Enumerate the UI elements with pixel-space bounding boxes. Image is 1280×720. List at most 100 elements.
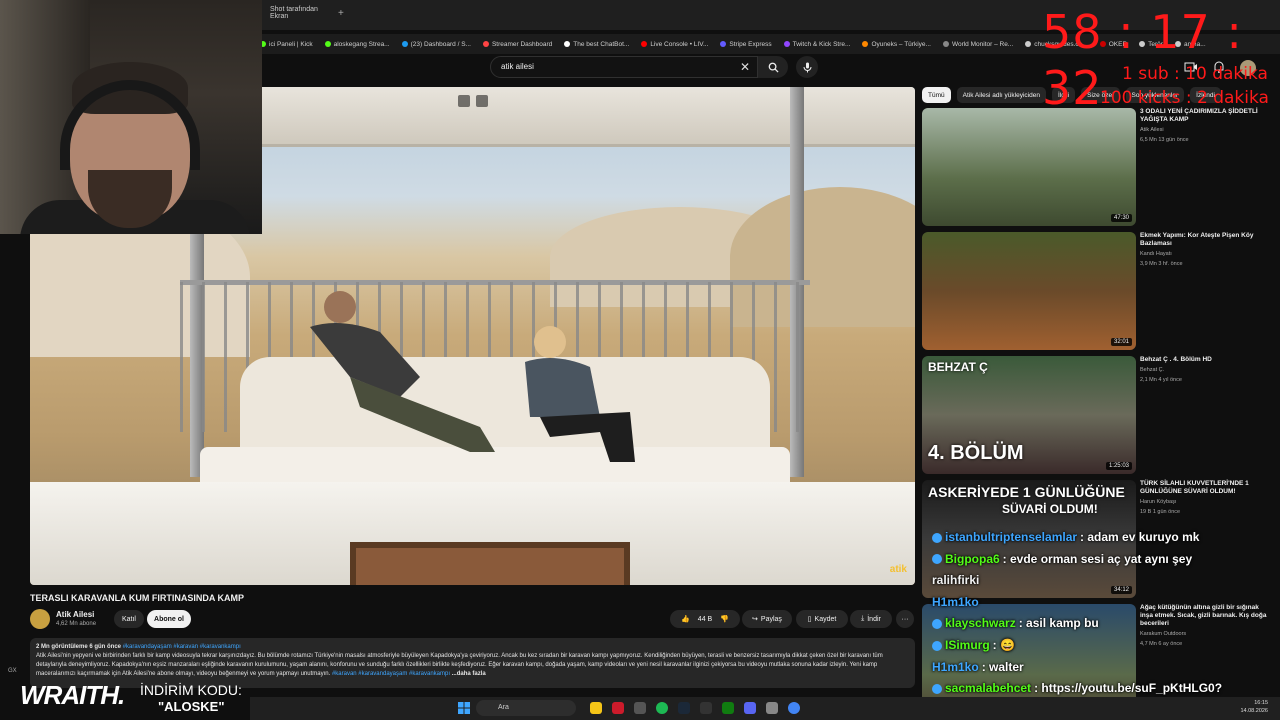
windows-taskbar: Ara 16:15 14.08.2026 (250, 697, 1280, 720)
subscribe-button[interactable]: Abone ol (147, 610, 191, 628)
thumbnail-text: BEHZAT Ç (928, 360, 988, 374)
chat-message: klayschwarz: asil kamp bu (932, 613, 1232, 635)
discord-icon[interactable] (744, 702, 756, 714)
chat-badge-icon (932, 532, 942, 543)
recommended-video[interactable]: BEHZAT Ç 4. BÖLÜM 1:25:03 Behzat Ç . 4. Böl… (922, 356, 1272, 474)
chat-username: ISimurg (945, 637, 990, 652)
search-button[interactable] (758, 56, 788, 78)
share-button[interactable]: ↪ Paylaş (742, 610, 792, 628)
bookmark-item[interactable]: aloskegang Strea... (324, 40, 390, 48)
kicks-rule: 100 kicks : 2 dakika (1100, 88, 1269, 108)
thumbnail-text: 4. BÖLÜM (928, 442, 1024, 464)
clear-search-icon[interactable]: ✕ (740, 60, 750, 74)
deck-hatch (350, 542, 630, 585)
opera-gx-icon[interactable] (612, 702, 624, 714)
video-thumbnail[interactable]: BEHZAT Ç 4. BÖLÜM 1:25:03 (922, 356, 1136, 474)
save-label: Kaydet (814, 615, 837, 623)
bookmark-item[interactable]: Twitch & Kick Stre... (783, 40, 851, 48)
chat-username: Bigpopa6 (945, 551, 1000, 566)
bookmark-label: Twitch & Kick Stre... (792, 40, 851, 48)
bookmark-label: (23) Dashboard / S... (410, 40, 471, 48)
filter-chip[interactable]: Tümü (922, 87, 951, 103)
channel-avatar[interactable] (30, 609, 50, 629)
title-hashtags[interactable]: #karavandayaşam #karavan #karavankampı (123, 644, 241, 650)
discount-code: "ALOSKE" (158, 699, 225, 714)
bookmark-label: The best ChatBot... (573, 40, 630, 48)
system-clock[interactable]: 16:15 14.08.2026 (1240, 699, 1268, 715)
taskbar-search[interactable]: Ara (476, 700, 576, 716)
share-label: Paylaş (760, 615, 782, 623)
bookmark-favicon-icon (324, 41, 331, 47)
recommended-meta: 3,9 Mn 3 hf. önce (1140, 261, 1183, 267)
bookmark-item[interactable]: (23) Dashboard / S... (401, 40, 471, 48)
bookmark-item[interactable]: The best ChatBot... (564, 41, 629, 48)
chat-badge-icon (932, 554, 942, 565)
app-icon[interactable] (766, 702, 778, 714)
recommended-title[interactable]: Ekmek Yapımı: Kor Ateşte Pişen Köy Bazla… (1140, 232, 1272, 248)
bookmark-label: Live Console • LIV... (650, 40, 709, 48)
recommended-channel[interactable]: Harun Köybaşı (1140, 499, 1176, 505)
more-actions-button[interactable]: ··· (896, 610, 914, 628)
video-thumbnail[interactable]: 32:01 (922, 232, 1136, 350)
like-button[interactable]: 👍 44 B 👎 (670, 610, 740, 628)
voice-search-button[interactable] (796, 56, 818, 78)
show-more-link[interactable]: ...daha fazla (452, 671, 486, 677)
chrome-icon[interactable] (788, 702, 800, 714)
video-thumbnail[interactable]: 47:30 (922, 108, 1136, 226)
bookmark-item[interactable]: Streamer Dashboard (482, 41, 552, 48)
webcam-overlay (0, 0, 262, 234)
chat-text: : walter (981, 659, 1024, 674)
epic-games-icon[interactable] (700, 702, 712, 714)
steam-icon[interactable] (678, 702, 690, 714)
join-button[interactable]: Katıl (114, 610, 144, 628)
bookmark-favicon-icon (641, 41, 648, 47)
chat-overlay: istanbultriptenselamlar: adam ev kuruyo … (932, 527, 1232, 720)
bookmark-item[interactable]: ici Paneli | Kick (260, 41, 313, 48)
video-duration: 47:30 (1110, 214, 1132, 222)
app-icon[interactable] (634, 702, 646, 714)
download-icon: ⤓ (861, 615, 865, 622)
spotify-icon[interactable] (656, 702, 668, 714)
miniplayer-icon[interactable] (458, 95, 470, 107)
bookmark-label: World Monitor – Re... (951, 40, 1014, 48)
recommended-channel[interactable]: Kandı Hayatı (1140, 251, 1172, 257)
bookmark-item[interactable]: World Monitor – Re... (942, 40, 1014, 48)
bookmark-favicon-icon (564, 41, 571, 47)
chat-username: H1m1ko (932, 594, 979, 609)
bookmark-favicon-icon (720, 41, 727, 47)
recommended-meta: 2,1 Mn 4 yıl önce (1140, 377, 1182, 383)
file-explorer-icon[interactable] (590, 702, 602, 714)
chat-message: ralihfirki (932, 570, 1232, 592)
windows-start-icon[interactable] (458, 702, 470, 714)
download-button[interactable]: ⤓ İndir (850, 610, 892, 628)
new-tab-button[interactable]: + (330, 4, 352, 22)
recommended-channel[interactable]: Atik Ailesi (1140, 127, 1164, 133)
bookmark-label: ici Paneli | Kick (269, 40, 313, 48)
play-pause-icon[interactable] (476, 95, 488, 107)
recommended-title[interactable]: TÜRK SİLAHLI KUVVETLERİ'NDE 1 GÜNLÜĞÜNE … (1140, 480, 1272, 496)
chat-text: : https://youtu.be/suF_pKtHLG0? (1034, 681, 1223, 696)
search-input[interactable]: atik ailesi (490, 56, 758, 78)
description-hashtags[interactable]: #karavan #karavandayaşam #karavankampı (332, 671, 450, 677)
bookmark-item[interactable]: Live Console • LIV... (641, 41, 708, 48)
bookmark-favicon-icon (401, 41, 408, 47)
channel-name[interactable]: Atik Ailesi (56, 610, 94, 619)
bookmark-label: aloskegang Strea... (333, 40, 390, 48)
recommended-video[interactable]: 32:01 Ekmek Yapımı: Kor Ateşte Pişen Köy … (922, 232, 1272, 350)
recommended-video[interactable]: 47:30 3 ODALI YENİ ÇADIRIMIZLA ŞİDDETLİ Y… (922, 108, 1272, 226)
recommended-meta: 6,5 Mn 13 gün önce (1140, 137, 1189, 143)
clock-date: 14.08.2026 (1240, 708, 1268, 714)
discount-label: İNDİRİM KODU: (140, 682, 242, 698)
recommended-title[interactable]: Behzat Ç . 4. Bölüm HD (1140, 356, 1272, 364)
filter-chip[interactable]: Atik Ailesi adlı yükleyiciden (956, 87, 1046, 103)
bookmark-favicon-icon (1025, 41, 1032, 47)
dislike-icon[interactable]: 👎 (720, 615, 729, 623)
xbox-icon[interactable] (722, 702, 734, 714)
bookmark-item[interactable]: Stripe Express (720, 41, 772, 48)
woman-figure (525, 326, 635, 462)
like-icon: 👍 (681, 616, 690, 623)
recommended-channel[interactable]: Behzat Ç. (1140, 367, 1164, 373)
chat-badge-icon (932, 640, 942, 651)
save-button[interactable]: ▯ Kaydet (796, 610, 848, 628)
bookmark-item[interactable]: Oyuneks – Türkiye... (862, 41, 931, 48)
